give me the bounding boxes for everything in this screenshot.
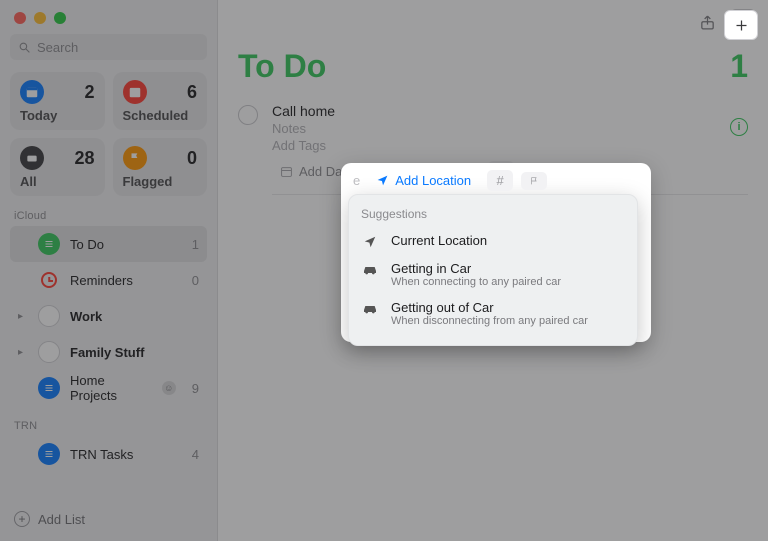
- add-list-button[interactable]: + Add List: [10, 505, 207, 533]
- add-date-label-trunc: e: [353, 173, 360, 188]
- card-flagged[interactable]: 0 Flagged: [113, 138, 208, 196]
- flag-icon: [123, 146, 147, 170]
- car-icon: [361, 263, 379, 275]
- car-icon: [361, 302, 379, 314]
- reminder-notes[interactable]: Notes: [272, 121, 748, 136]
- card-scheduled[interactable]: 6 Scheduled: [113, 72, 208, 130]
- suggestions-title: Suggestions: [359, 203, 627, 227]
- shared-icon: ☺: [162, 381, 176, 395]
- card-flagged-label: Flagged: [123, 174, 198, 189]
- list-header-count: 1: [730, 48, 748, 85]
- section-trn-label: TRN: [14, 420, 203, 432]
- toolbar: [218, 0, 768, 44]
- suggestion-current-location[interactable]: Current Location: [359, 227, 627, 255]
- calendar-icon: [280, 165, 293, 178]
- zoom-icon[interactable]: [54, 12, 66, 24]
- alarm-icon: [38, 272, 60, 288]
- minimize-icon[interactable]: [34, 12, 46, 24]
- list-bullet-icon: [38, 443, 60, 465]
- list-count: 1: [192, 237, 199, 252]
- card-today[interactable]: 2 Today: [10, 72, 105, 130]
- card-all[interactable]: 28 All: [10, 138, 105, 196]
- reminder-chips-highlight: e Add Location #: [353, 170, 547, 191]
- card-all-label: All: [20, 174, 95, 189]
- list-todo[interactable]: ▸ To Do 1: [10, 226, 207, 262]
- card-today-label: Today: [20, 108, 95, 123]
- chevron-right-icon[interactable]: ▸: [18, 347, 28, 358]
- card-scheduled-count: 6: [187, 82, 197, 103]
- location-arrow-icon: [376, 174, 389, 187]
- list-title: To Do: [238, 48, 326, 85]
- plus-icon: [734, 18, 749, 33]
- share-icon: [699, 14, 716, 31]
- section-icloud-label: iCloud: [14, 210, 203, 222]
- card-all-count: 28: [74, 148, 94, 169]
- list-trn-tasks[interactable]: ▸ TRN Tasks 4: [10, 436, 207, 472]
- section-icloud: ▸ To Do 1 ▸ Reminders 0 ▸ Work ▸ Family …: [10, 226, 207, 406]
- list-header: To Do 1: [218, 44, 768, 103]
- card-flagged-count: 0: [187, 148, 197, 169]
- suggestion-title: Getting out of Car: [391, 300, 588, 315]
- list-count: 4: [192, 447, 199, 462]
- share-button[interactable]: [694, 9, 720, 35]
- list-family-stuff[interactable]: ▸ Family Stuff: [10, 334, 207, 370]
- plus-circle-icon: +: [14, 511, 30, 527]
- list-name: Reminders: [70, 273, 182, 288]
- folder-icon: [38, 341, 60, 363]
- suggestion-getting-out-car[interactable]: Getting out of Car When disconnecting fr…: [359, 294, 627, 333]
- add-location-chip[interactable]: Add Location: [368, 170, 479, 191]
- search-placeholder: Search: [37, 40, 78, 55]
- suggestion-desc: When disconnecting from any paired car: [391, 315, 588, 327]
- card-today-count: 2: [84, 82, 94, 103]
- list-name: To Do: [70, 237, 182, 252]
- list-reminders[interactable]: ▸ Reminders 0: [10, 262, 207, 298]
- suggestion-title: Getting in Car: [391, 261, 561, 276]
- list-bullet-icon: [38, 377, 60, 399]
- info-icon: i: [737, 121, 740, 133]
- sidebar: Search 2 Today 6 Scheduled 28: [0, 0, 218, 541]
- add-list-label: Add List: [38, 512, 85, 527]
- calendar-icon: [123, 80, 147, 104]
- list-name: Family Stuff: [70, 345, 189, 360]
- reminder-title[interactable]: Call home: [272, 103, 748, 119]
- calendar-today-icon: [20, 80, 44, 104]
- folder-icon: [38, 305, 60, 327]
- suggestion-title: Current Location: [391, 233, 487, 248]
- hash-icon: #: [497, 173, 504, 188]
- window-controls: [10, 8, 207, 34]
- location-arrow-icon: [361, 235, 379, 249]
- flag-outline-icon: [529, 175, 539, 187]
- smart-lists: 2 Today 6 Scheduled 28 All: [10, 72, 207, 196]
- complete-toggle[interactable]: [238, 105, 258, 125]
- list-bullet-icon: [38, 233, 60, 255]
- chevron-right-icon[interactable]: ▸: [18, 311, 28, 322]
- tray-icon: [20, 146, 44, 170]
- section-trn: ▸ TRN Tasks 4: [10, 436, 207, 472]
- suggestion-desc: When connecting to any paired car: [391, 276, 561, 288]
- add-flag-chip[interactable]: [521, 172, 547, 190]
- list-count: 0: [192, 273, 199, 288]
- search-input[interactable]: Search: [10, 34, 207, 60]
- list-name: TRN Tasks: [70, 447, 182, 462]
- list-name: Work: [70, 309, 189, 324]
- suggestion-getting-in-car[interactable]: Getting in Car When connecting to any pa…: [359, 255, 627, 294]
- card-scheduled-label: Scheduled: [123, 108, 198, 123]
- location-suggestions-popover: Suggestions Current Location Getting in …: [348, 194, 638, 346]
- list-name: Home Projects: [70, 373, 152, 403]
- list-count: 9: [192, 381, 199, 396]
- list-home-projects[interactable]: ▸ Home Projects ☺ 9: [10, 370, 207, 406]
- reminder-addtags[interactable]: Add Tags: [272, 138, 748, 153]
- list-work[interactable]: ▸ Work: [10, 298, 207, 334]
- add-tag-chip[interactable]: #: [487, 170, 513, 191]
- add-location-label: Add Location: [395, 173, 471, 188]
- search-icon: [18, 41, 31, 54]
- add-reminder-button-highlight[interactable]: [724, 10, 758, 40]
- info-button[interactable]: i: [730, 118, 748, 136]
- close-icon[interactable]: [14, 12, 26, 24]
